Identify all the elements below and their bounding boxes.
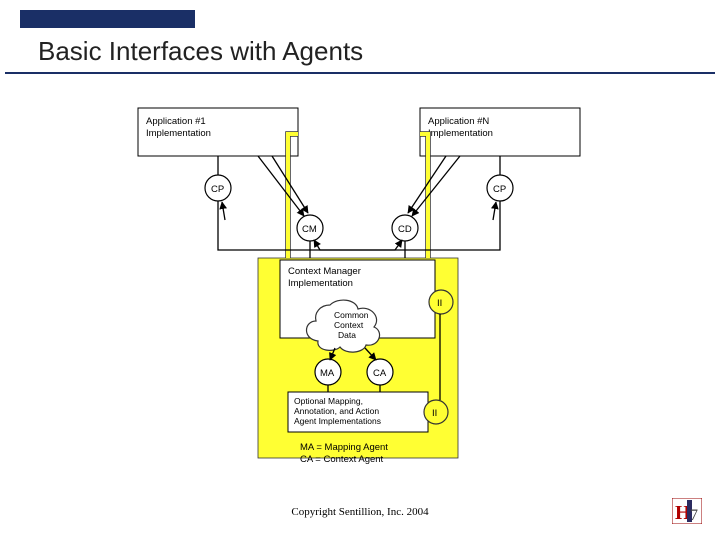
cloud-line2: Context: [334, 320, 364, 330]
hl7-logo-icon: H 7: [672, 498, 702, 524]
diagram-canvas: Application #1 Implementation Applicatio…: [0, 80, 720, 490]
legend-line2: CA = Context Agent: [300, 454, 384, 465]
bus-up-cp2: [493, 202, 496, 220]
link-appN-cd: [412, 156, 460, 216]
app1-line1: Application #1: [146, 116, 206, 127]
bus-up-cp1: [222, 202, 225, 220]
cd-label: CD: [398, 224, 412, 235]
accent-bar: [20, 10, 195, 28]
agents-line1: Optional Mapping,: [294, 396, 363, 406]
copyright: Copyright Sentillion, Inc. 2004: [0, 506, 720, 518]
ma-label: MA: [320, 368, 335, 379]
title-underline: [5, 72, 715, 74]
ii2-label: II: [432, 408, 437, 419]
cloud-line1: Common: [334, 310, 369, 320]
ii1-label: II: [437, 298, 442, 309]
svg-text:7: 7: [690, 507, 698, 524]
cloud-line3: Data: [338, 330, 356, 340]
appN-line1: Application #N: [428, 116, 489, 127]
cmi-line2: Implementation: [288, 278, 353, 289]
cmi-line1: Context Manager: [288, 266, 361, 277]
link-app1-cm: [258, 156, 304, 216]
app1-line2: Implementation: [146, 128, 211, 139]
agents-line3: Agent Implementations: [294, 416, 381, 426]
legend-line1: MA = Mapping Agent: [300, 442, 388, 453]
cp2-label: CP: [493, 184, 506, 195]
cm-label: CM: [302, 224, 317, 235]
agents-line2: Annotation, and Action: [294, 406, 379, 416]
ca-label: CA: [373, 368, 387, 379]
cp1-label: CP: [211, 184, 224, 195]
appN-line2: Implementation: [428, 128, 493, 139]
slide-title: Basic Interfaces with Agents: [38, 36, 363, 67]
